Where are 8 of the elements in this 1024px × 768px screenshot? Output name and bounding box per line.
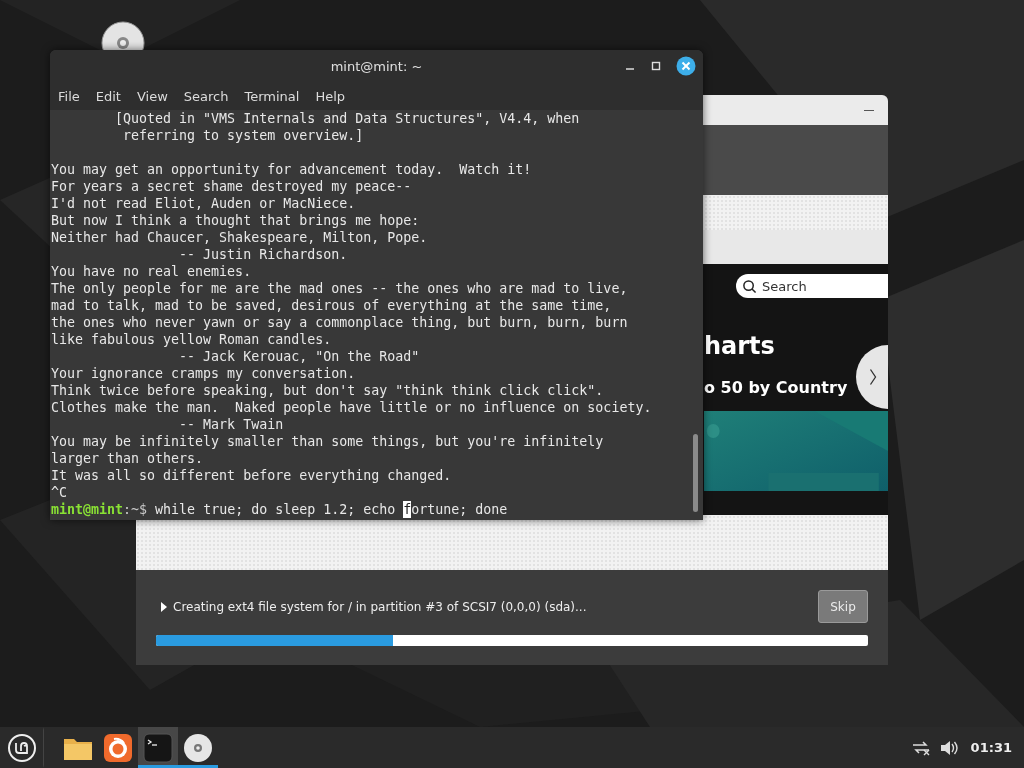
volume-icon[interactable] (938, 739, 959, 756)
fox-icon (103, 732, 133, 763)
network-icon[interactable] (910, 739, 931, 756)
terminal-icon (143, 732, 173, 763)
taskbar-button[interactable] (138, 727, 178, 768)
menu-icon (6, 732, 37, 763)
clock[interactable]: 01:31 (970, 740, 1012, 755)
disc-icon (183, 732, 213, 763)
